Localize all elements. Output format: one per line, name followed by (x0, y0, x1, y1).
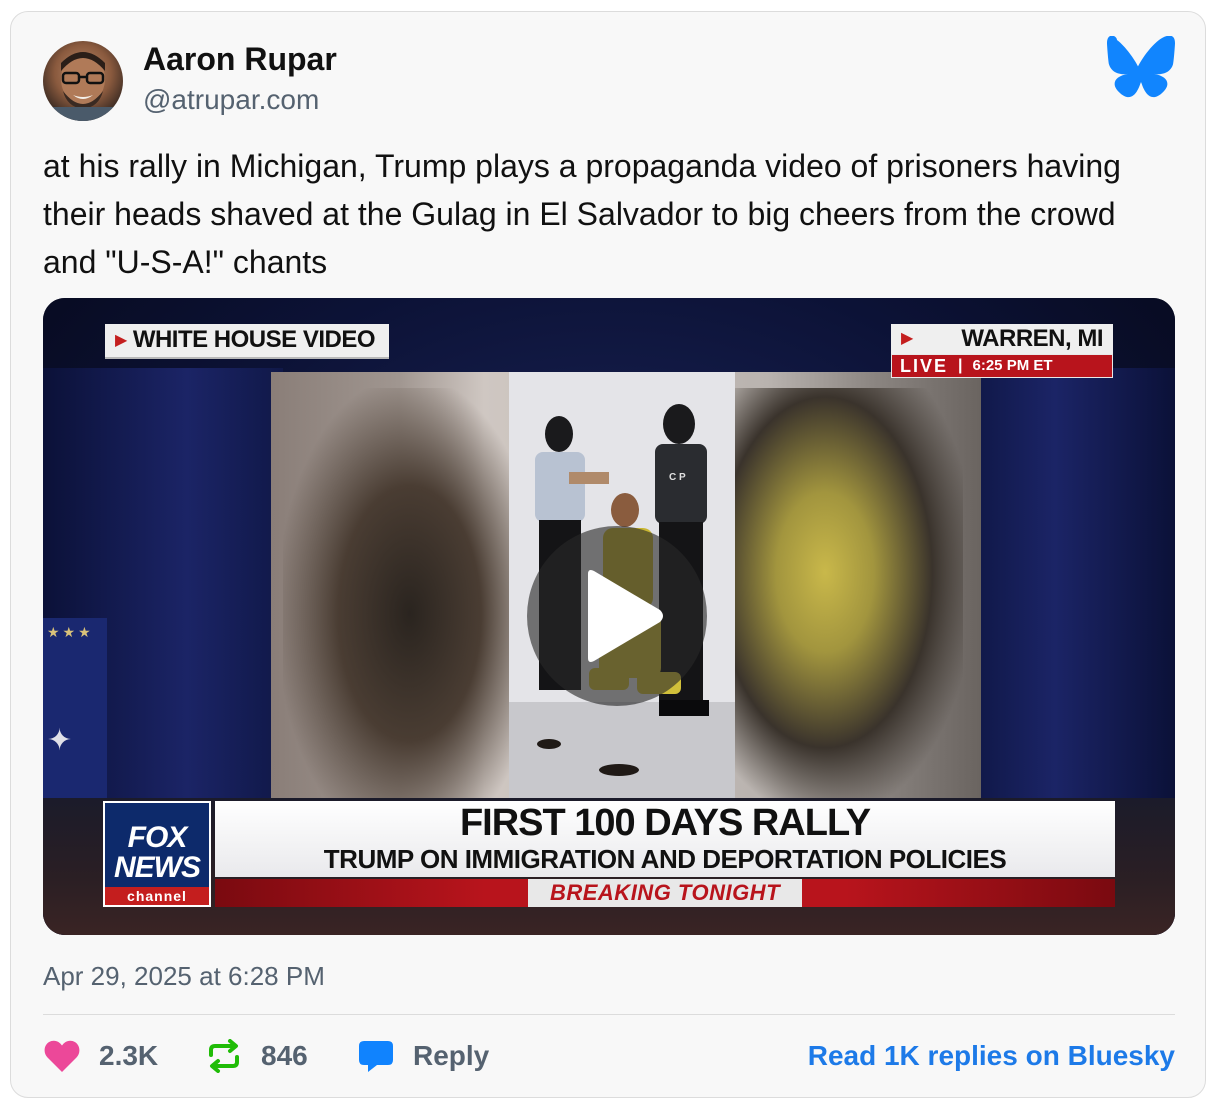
post-text: at his rally in Michigan, Trump plays a … (43, 148, 1121, 280)
location-label: WARREN, MI (961, 325, 1103, 352)
source-tag-label: WHITE HOUSE VIDEO (132, 326, 376, 353)
headline-box: FIRST 100 DAYS RALLY TRUMP ON IMMIGRATIO… (215, 801, 1115, 877)
avatar[interactable] (43, 41, 123, 121)
flag (43, 618, 107, 818)
headline: FIRST 100 DAYS RALLY (459, 802, 871, 844)
like-count: 2.3K (99, 1040, 159, 1071)
source-tag: ▶ WHITE HOUSE VIDEO (105, 324, 389, 359)
reply-button[interactable]: Reply (357, 1034, 489, 1078)
fox-news-logo: FOX NEWS channel (103, 801, 211, 907)
bluesky-butterfly-icon[interactable] (1101, 35, 1175, 102)
play-button[interactable] (527, 526, 707, 706)
blurred-figure-left (283, 388, 513, 798)
author-display-name[interactable]: Aaron Rupar (143, 39, 337, 79)
logo-line-3: channel (105, 887, 209, 905)
blurred-figure-right (733, 388, 963, 798)
chat-bubble-icon (359, 1041, 393, 1072)
read-replies-link[interactable]: Read 1K replies on Bluesky (808, 1034, 1175, 1078)
news-lower-third: FOX NEWS channel FIRST 100 DAYS RALLY TR… (103, 801, 1115, 909)
author-handle[interactable]: @atrupar.com (143, 83, 319, 117)
action-bar: 2.3K 846 Reply Read 1K replies on Bluesk… (43, 1034, 1175, 1078)
location-tag: ▶ WARREN, MI LIVE | 6:25 PM ET (891, 324, 1113, 378)
repost-button[interactable]: 846 (205, 1034, 308, 1078)
live-label: LIVE (900, 356, 949, 376)
triangle-icon: ▶ (901, 330, 913, 347)
reply-label: Reply (413, 1040, 490, 1071)
breaking-label: BREAKING TONIGHT (527, 879, 803, 907)
play-icon (588, 570, 663, 662)
breaking-banner: BREAKING TONIGHT (215, 879, 1115, 907)
divider (43, 1014, 1175, 1015)
guard-insignia: C P (669, 472, 686, 483)
triangle-icon: ▶ (115, 332, 127, 349)
post-card: Aaron Rupar @atrupar.com at his rally in… (10, 11, 1206, 1098)
post-timestamp[interactable]: Apr 29, 2025 at 6:28 PM (43, 960, 325, 992)
heart-icon (44, 1040, 80, 1072)
logo-line-1: FOX (127, 821, 188, 854)
repost-icon (209, 1039, 239, 1073)
like-button[interactable]: 2.3K (43, 1034, 158, 1078)
live-separator: | (958, 357, 963, 374)
logo-line-2: NEWS (114, 851, 201, 884)
flag-stars: ★★★ (47, 624, 94, 640)
repost-count: 846 (261, 1040, 308, 1071)
presidential-seal-icon: ✦ (47, 724, 73, 757)
subheadline: TRUMP ON IMMIGRATION AND DEPORTATION POL… (323, 844, 1007, 874)
live-time: 6:25 PM ET (972, 357, 1053, 374)
video-player[interactable]: ★★★ ✦ C P ▶ WHITE HOUSE VIDEO ▶ WARREN, … (43, 298, 1175, 935)
